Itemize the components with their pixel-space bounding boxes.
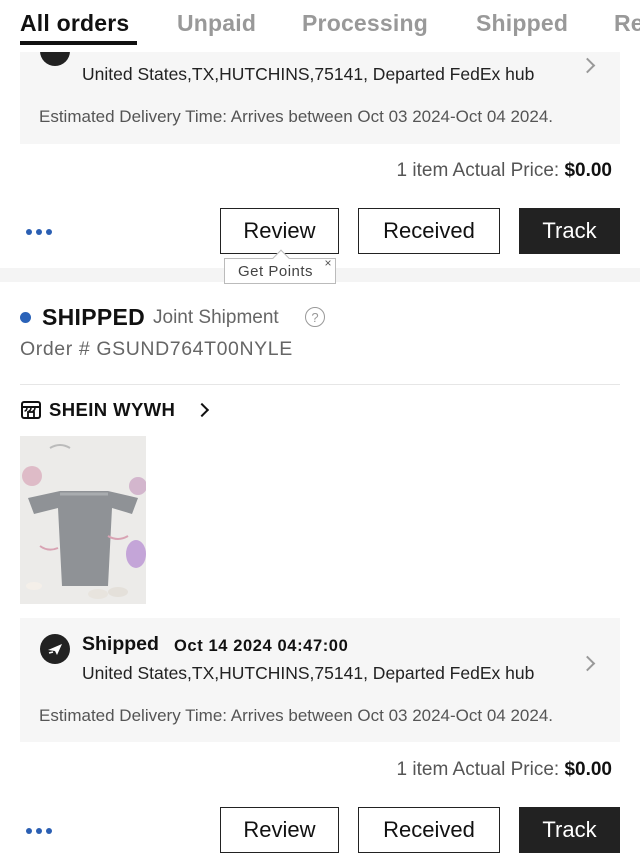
store-icon: [21, 401, 41, 419]
estimated-delivery: Estimated Delivery Time: Arrives between…: [39, 706, 554, 725]
close-icon[interactable]: ×: [324, 256, 332, 270]
get-points-tooltip[interactable]: Get Points ×: [224, 249, 336, 284]
price-summary: 1 item Actual Price: $0.00: [397, 160, 612, 182]
status-dot: [20, 312, 31, 323]
more-dots-icon[interactable]: [26, 229, 56, 237]
track-button[interactable]: Track: [519, 208, 620, 254]
tab-unpaid[interactable]: Unpaid: [177, 10, 256, 37]
order-tabs: All orders Unpaid Processing Shipped Re: [0, 0, 640, 52]
shipping-location: United States,TX,HUTCHINS,75141, Departe…: [82, 663, 535, 683]
store-name[interactable]: SHEIN WYWH: [49, 399, 175, 421]
chevron-right-icon[interactable]: [194, 402, 210, 418]
tab-processing[interactable]: Processing: [302, 10, 428, 37]
shipping-location: United States,TX,HUTCHINS,75141, Departe…: [82, 64, 535, 84]
price-value: $0.00: [564, 759, 612, 780]
plane-icon: [40, 634, 70, 664]
tab-all-orders[interactable]: All orders: [20, 10, 129, 37]
tab-returns[interactable]: Re: [614, 10, 640, 37]
shipping-timestamp: Oct 14 2024 04:47:00: [174, 637, 349, 655]
received-button[interactable]: Received: [358, 208, 500, 254]
shipping-info-panel[interactable]: United States,TX,HUTCHINS,75141, Departe…: [20, 36, 620, 144]
more-dots-icon[interactable]: [26, 828, 56, 836]
price-label: 1 item Actual Price:: [396, 759, 560, 780]
active-tab-indicator: [20, 41, 137, 45]
track-button[interactable]: Track: [519, 807, 620, 853]
chevron-right-icon: [579, 57, 596, 74]
divider: [20, 384, 620, 385]
tab-shipped[interactable]: Shipped: [476, 10, 568, 37]
price-summary: 1 item Actual Price: $0.00: [397, 759, 612, 781]
price-label: 1 item Actual Price:: [396, 160, 560, 181]
estimated-delivery: Estimated Delivery Time: Arrives between…: [39, 107, 554, 126]
review-button[interactable]: Review: [220, 807, 339, 853]
order-status: SHIPPED: [42, 304, 146, 330]
order-number: Order # GSUND764T00NYLE: [20, 338, 293, 360]
help-circle-icon[interactable]: ?: [305, 307, 325, 327]
get-points-label: Get Points: [238, 262, 314, 280]
received-button[interactable]: Received: [358, 807, 500, 853]
product-image[interactable]: [20, 436, 146, 604]
chevron-right-icon: [579, 655, 596, 672]
price-value: $0.00: [564, 160, 612, 181]
review-button[interactable]: Review: [220, 208, 339, 254]
shipping-status-title: Shipped: [82, 633, 159, 655]
shipping-info-panel[interactable]: Shipped Oct 14 2024 04:47:00 United Stat…: [20, 618, 620, 742]
joint-shipment-label: Joint Shipment: [153, 307, 279, 328]
